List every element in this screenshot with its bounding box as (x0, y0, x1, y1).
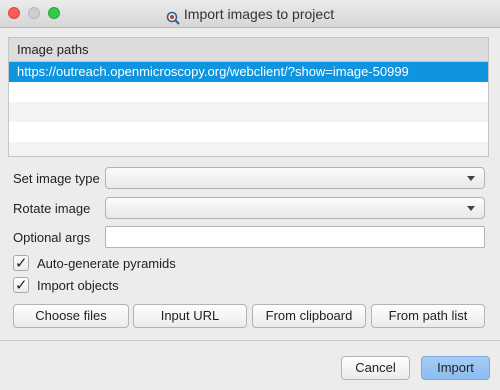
window-titlebar: Import images to project (0, 0, 500, 28)
from-path-list-button[interactable]: From path list (371, 304, 485, 328)
window-title-text: Import images to project (183, 6, 335, 23)
optional-args-input[interactable] (105, 226, 485, 248)
rotate-image-select[interactable] (105, 197, 485, 219)
optional-args-label: Optional args (13, 230, 91, 245)
image-path-item[interactable]: https://outreach.openmicroscopy.org/webc… (9, 62, 488, 82)
cancel-button[interactable]: Cancel (341, 356, 410, 380)
image-type-label: Set image type (13, 171, 100, 186)
empty-list-row (9, 142, 488, 156)
from-clipboard-button[interactable]: From clipboard (252, 304, 366, 328)
auto-generate-pyramids-label: Auto-generate pyramids (37, 256, 176, 271)
chevron-down-icon (467, 206, 475, 211)
import-objects-label: Import objects (37, 278, 119, 293)
magnifier-icon (166, 7, 180, 25)
image-paths-header: Image paths (9, 38, 488, 62)
rotate-image-label: Rotate image (13, 201, 91, 216)
window-title: Import images to project (0, 0, 500, 27)
chevron-down-icon (467, 176, 475, 181)
footer-separator (0, 340, 500, 341)
import-objects-checkbox[interactable]: ✓ (13, 277, 29, 293)
image-paths-list[interactable]: Image paths https://outreach.openmicrosc… (8, 37, 489, 157)
empty-list-row (9, 122, 488, 142)
checkmark-icon: ✓ (15, 255, 28, 272)
input-url-button[interactable]: Input URL (133, 304, 247, 328)
choose-files-button[interactable]: Choose files (13, 304, 129, 328)
checkmark-icon: ✓ (15, 277, 28, 294)
import-button[interactable]: Import (421, 356, 490, 380)
empty-list-row (9, 82, 488, 102)
auto-generate-pyramids-checkbox[interactable]: ✓ (13, 255, 29, 271)
image-type-select[interactable] (105, 167, 485, 189)
empty-list-row (9, 102, 488, 122)
